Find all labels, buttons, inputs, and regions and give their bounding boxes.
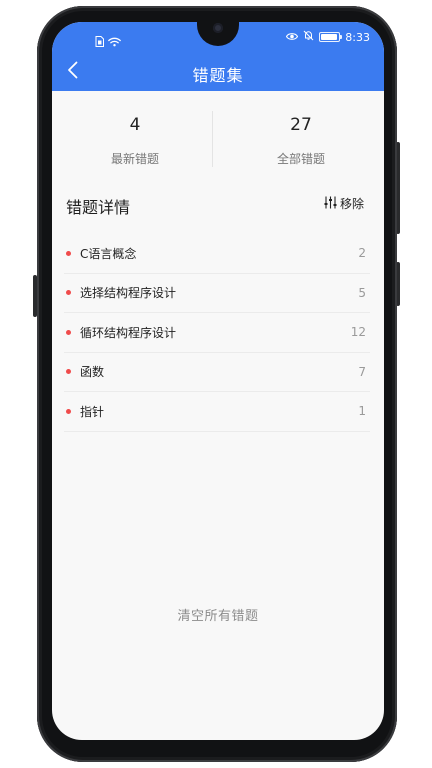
status-left [95,32,121,51]
bullet-dot [66,290,71,296]
bullet-dot [66,369,71,375]
list-item[interactable]: 选择结构程序设计 5 [64,274,370,313]
item-count: 1 [358,404,366,419]
page-title: 错题集 [192,66,244,85]
item-count: 7 [358,364,366,379]
bullet-dot [66,408,71,414]
stat-divider [212,111,213,167]
stat-latest[interactable]: 4 最新错题 [52,91,218,191]
list-item[interactable]: 函数 7 [64,353,370,392]
eye-icon [286,31,299,44]
list-item[interactable]: 循环结构程序设计 12 [64,313,370,353]
item-label: 选择结构程序设计 [80,286,177,301]
remove-label: 移除 [339,197,364,211]
stat-all[interactable]: 27 全部错题 [218,91,384,191]
wifi-icon [108,32,121,51]
item-label: 指针 [80,404,105,419]
stat-all-label: 全部错题 [276,152,325,166]
item-label: 函数 [80,365,105,380]
item-count: 2 [358,246,366,261]
item-count: 12 [350,325,366,340]
stat-latest-value: 4 [129,115,141,135]
mistake-list: C语言概念 2 选择结构程序设计 5 循环结构程序设计 12 函数 7 指针 1 [64,234,370,432]
sliders-icon [324,196,337,212]
mute-icon [303,30,314,44]
status-right: 8:33 [286,30,370,44]
item-label: C语言概念 [80,246,137,261]
status-time: 8:33 [345,30,370,44]
list-item[interactable]: 指针 1 [64,392,370,432]
bullet-dot [66,250,71,256]
item-label: 循环结构程序设计 [80,325,177,340]
battery-icon [319,32,343,42]
front-camera [213,23,223,33]
list-item[interactable]: C语言概念 2 [64,234,370,274]
app-header: 8:33 错题集 [52,22,384,91]
stat-latest-label: 最新错题 [110,152,159,166]
sim-icon [95,32,104,51]
stats-panel: 4 最新错题 27 全部错题 [52,91,384,191]
bullet-dot [66,329,71,335]
app-screen: 8:33 错题集 4 最新错题 27 全部错题 错题详情 移除 C语言概念 2 … [52,22,384,740]
camera-notch [197,22,239,46]
item-count: 5 [358,285,366,300]
remove-button[interactable]: 移除 [324,195,364,212]
stat-all-value: 27 [290,115,312,135]
battery-fill [321,34,337,40]
clear-all-button[interactable]: 清空所有错题 [52,605,384,624]
section-title: 错题详情 [66,198,131,217]
